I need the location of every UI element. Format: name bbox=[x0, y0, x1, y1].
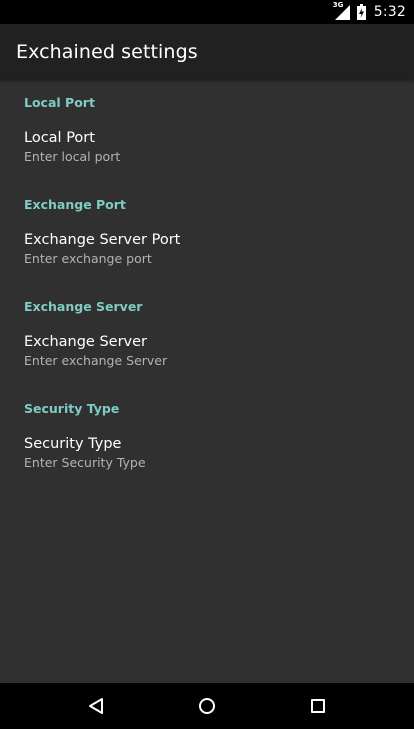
pref-title: Local Port bbox=[24, 130, 95, 146]
pref-exchange-server[interactable]: Exchange Server Enter exchange Server bbox=[0, 327, 414, 385]
battery-icon bbox=[356, 4, 366, 20]
pref-summary: Enter exchange port bbox=[24, 251, 152, 266]
status-bar: 3G 5:32 bbox=[0, 0, 414, 24]
pref-summary: Enter Security Type bbox=[24, 455, 146, 470]
back-icon bbox=[88, 698, 103, 714]
pref-exchange-server-port[interactable]: Exchange Server Port Enter exchange port bbox=[0, 225, 414, 283]
home-button[interactable] bbox=[183, 683, 231, 729]
pref-local-port[interactable]: Local Port Enter local port bbox=[0, 123, 414, 181]
pref-summary: Enter exchange Server bbox=[24, 353, 168, 368]
category-local-port: Local Port bbox=[24, 95, 95, 110]
signal-icon: 3G bbox=[332, 1, 351, 21]
pref-title: Exchange Server Port bbox=[24, 232, 181, 248]
app-bar: Exchained settings bbox=[0, 24, 414, 79]
pref-security-type[interactable]: Security Type Enter Security Type bbox=[0, 429, 414, 487]
recents-button[interactable] bbox=[294, 683, 342, 729]
pref-title: Exchange Server bbox=[24, 334, 148, 350]
pref-title: Security Type bbox=[24, 436, 122, 452]
pref-summary: Enter local port bbox=[24, 149, 121, 164]
category-security-type: Security Type bbox=[24, 401, 120, 416]
settings-screen: 3G 5:32 Exchained settings Local Port Lo… bbox=[0, 0, 414, 729]
network-type: 3G bbox=[332, 1, 344, 9]
clock: 5:32 bbox=[373, 4, 406, 20]
page-title: Exchained settings bbox=[16, 40, 198, 63]
category-exchange-port: Exchange Port bbox=[24, 197, 126, 212]
home-icon bbox=[198, 698, 215, 714]
navigation-bar bbox=[0, 683, 414, 729]
recents-icon bbox=[311, 699, 326, 713]
category-exchange-server: Exchange Server bbox=[24, 299, 143, 314]
preference-list: Local Port Local Port Enter local port E… bbox=[0, 79, 414, 487]
back-button[interactable] bbox=[72, 683, 120, 729]
